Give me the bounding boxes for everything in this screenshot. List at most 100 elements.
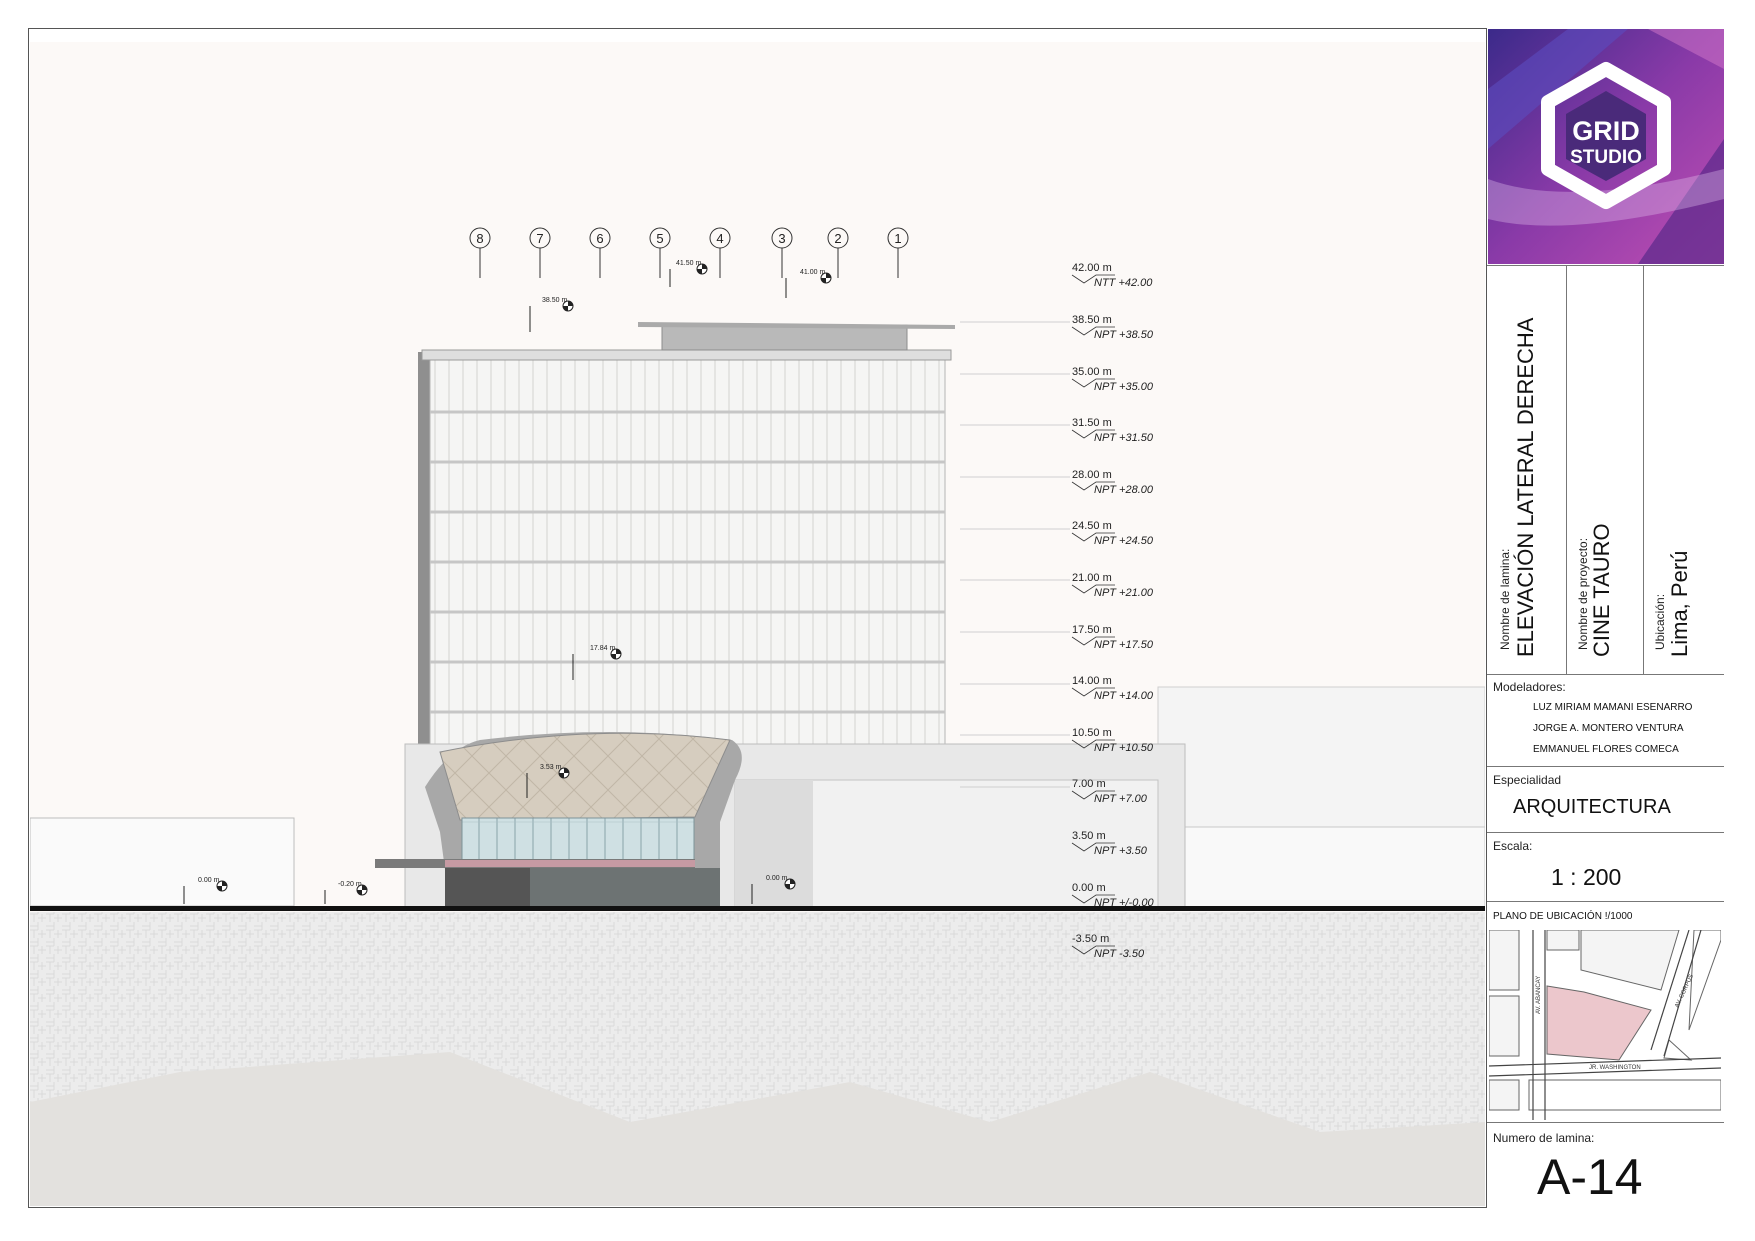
level-npt: NPT +7.00 — [1094, 793, 1148, 805]
svg-text:6: 6 — [596, 231, 603, 246]
level-npt: NPT +/-0.00 — [1094, 897, 1154, 909]
grid-axis-7: 7 — [529, 227, 551, 278]
right-block — [1157, 826, 1485, 908]
spot-mark-minus-0-20: -0.20 m — [324, 881, 368, 904]
sheet-number: A-14 — [1537, 1149, 1643, 1205]
svg-text:5: 5 — [656, 231, 663, 246]
level-elev: -3.50 m — [1072, 933, 1109, 945]
location-plan-section: PLANO DE UBICACIÓN !/1000 AV. ABANCAY AV… — [1487, 902, 1724, 1123]
level-npt: NPT +17.50 — [1094, 639, 1154, 651]
svg-text:8: 8 — [476, 231, 483, 246]
level-npt: NPT +14.00 — [1094, 690, 1154, 702]
level-npt: NPT +24.50 — [1094, 535, 1154, 547]
col-divider-2 — [1643, 266, 1644, 674]
grid-axis-5: 5 — [649, 227, 671, 278]
level-elev: 42.00 m — [1072, 262, 1112, 274]
svg-text:0.00 m: 0.00 m — [198, 877, 220, 884]
title-block: GRID STUDIO Nombre de lamina: ELEVACIÓN … — [1486, 28, 1725, 1208]
scale-section: Escala: 1 : 200 — [1487, 833, 1724, 902]
level-elev: 35.00 m — [1072, 366, 1112, 378]
sheet-titles-section: Nombre de lamina: ELEVACIÓN LATERAL DERE… — [1487, 265, 1724, 675]
ground-line — [30, 906, 1485, 911]
level-npt: NPT +21.00 — [1094, 587, 1154, 599]
modelers-label: Modeladores: — [1493, 680, 1566, 694]
level-npt: NPT +10.50 — [1094, 742, 1154, 754]
podium-dark-block — [735, 780, 813, 907]
level-npt: NPT +38.50 — [1094, 329, 1154, 341]
elevation-svg: 8 7 6 5 4 3 2 1 41.50 m 41.00 m 38.50 m … — [30, 227, 1485, 1206]
col-divider-1 — [1566, 266, 1567, 674]
grid-axis-3: 3 — [771, 227, 793, 278]
modeler-name: JORGE A. MONTERO VENTURA — [1533, 723, 1684, 734]
grid-axis-6: 6 — [589, 227, 611, 278]
location-label: Ubicación: — [1653, 593, 1667, 650]
level-elev: 31.50 m — [1072, 417, 1112, 429]
scale-value: 1 : 200 — [1551, 864, 1622, 890]
grid-axis-1: 1 — [887, 227, 909, 278]
level-elev: 14.00 m — [1072, 675, 1112, 687]
grid-axis-2: 2 — [827, 227, 849, 278]
project-label: Nombre de proyecto: — [1576, 537, 1590, 650]
street-abancay: AV. ABANCAY — [1536, 976, 1542, 1014]
level-elev: 38.50 m — [1072, 314, 1112, 326]
specialty-section: Especialidad ARQUITECTURA — [1487, 767, 1724, 833]
level-elev: 7.00 m — [1072, 778, 1106, 790]
level-elev: 24.50 m — [1072, 520, 1112, 532]
roof-parapet — [421, 349, 952, 361]
svg-text:7: 7 — [536, 231, 543, 246]
sheet-number-section: Numero de lamina: A-14 — [1487, 1123, 1724, 1208]
sheet-name-label: Nombre de lamina: — [1498, 548, 1512, 650]
level-npt: NPT +28.00 — [1094, 484, 1154, 496]
studio-logo: GRID STUDIO — [1488, 29, 1724, 264]
svg-text:0.00 m: 0.00 m — [766, 875, 788, 882]
svg-text:3: 3 — [778, 231, 785, 246]
marquee-pink — [445, 860, 695, 867]
level-npt: NTT +42.00 — [1094, 277, 1153, 289]
modeler-name: EMMANUEL FLORES COMECA — [1533, 744, 1679, 755]
scale-label: Escala: — [1493, 839, 1533, 853]
grid-axis-4: 4 — [709, 227, 731, 278]
level-elev: 3.50 m — [1072, 830, 1106, 842]
grid-axis-8: 8 — [469, 227, 491, 278]
location: Lima, Perú — [1667, 550, 1692, 657]
cinema-glass-facade — [461, 817, 695, 861]
street-washington: JR. WASHINGTON — [1589, 1065, 1641, 1071]
modelers-section: Modeladores: LUZ MIRIAM MAMANI ESENARRO … — [1487, 675, 1724, 767]
level-elev: 17.50 m — [1072, 624, 1112, 636]
location-plan-label: PLANO DE UBICACIÓN !/1000 — [1493, 911, 1633, 922]
tower-curtain-wall — [429, 359, 946, 756]
left-building — [30, 817, 295, 907]
level-npt: NPT -3.50 — [1094, 948, 1145, 960]
level-npt: NPT +31.50 — [1094, 432, 1154, 444]
logo-text-studio: STUDIO — [1570, 147, 1642, 168]
level-npt: NPT +35.00 — [1094, 381, 1154, 393]
svg-text:3.53 m: 3.53 m — [540, 764, 562, 771]
sheet-number-label: Numero de lamina: — [1493, 1131, 1595, 1145]
elevation-drawing: 8 7 6 5 4 3 2 1 41.50 m 41.00 m 38.50 m … — [30, 42, 1485, 1206]
svg-text:2: 2 — [834, 231, 841, 246]
level-elev: 21.00 m — [1072, 572, 1112, 584]
level-elev: 10.50 m — [1072, 727, 1112, 739]
level-reference-lines — [960, 321, 1070, 788]
spot-mark-38-50: 38.50 m — [529, 297, 574, 332]
spot-mark-41-00: 41.00 m — [785, 269, 832, 298]
right-block-back — [1157, 686, 1485, 828]
svg-text:4: 4 — [716, 231, 723, 246]
location-plan-map: AV. ABANCAY AV. CORPUS JR. WASHINGTON — [1489, 930, 1721, 1120]
level-elev: 28.00 m — [1072, 469, 1112, 481]
modeler-name: LUZ MIRIAM MAMANI ESENARRO — [1533, 702, 1693, 713]
grid-axes: 8 7 6 5 4 3 2 1 — [469, 227, 909, 278]
roof-equipment — [661, 324, 908, 351]
entrance-glass — [530, 868, 720, 907]
level-npt: NPT +3.50 — [1094, 845, 1148, 857]
cinema-canopy-diamond — [439, 732, 731, 821]
spot-mark-41-50: 41.50 m — [669, 260, 708, 287]
specialty-label: Especialidad — [1493, 773, 1562, 787]
specialty-value: ARQUITECTURA — [1513, 796, 1671, 818]
logo-text-grid: GRID — [1572, 116, 1640, 146]
level-elev: 0.00 m — [1072, 882, 1106, 894]
svg-text:1: 1 — [894, 231, 901, 246]
project-name: CINE TAURO — [1589, 523, 1614, 657]
sheet-name: ELEVACIÓN LATERAL DERECHA — [1513, 317, 1538, 657]
logo-svg: GRID STUDIO — [1488, 29, 1724, 264]
